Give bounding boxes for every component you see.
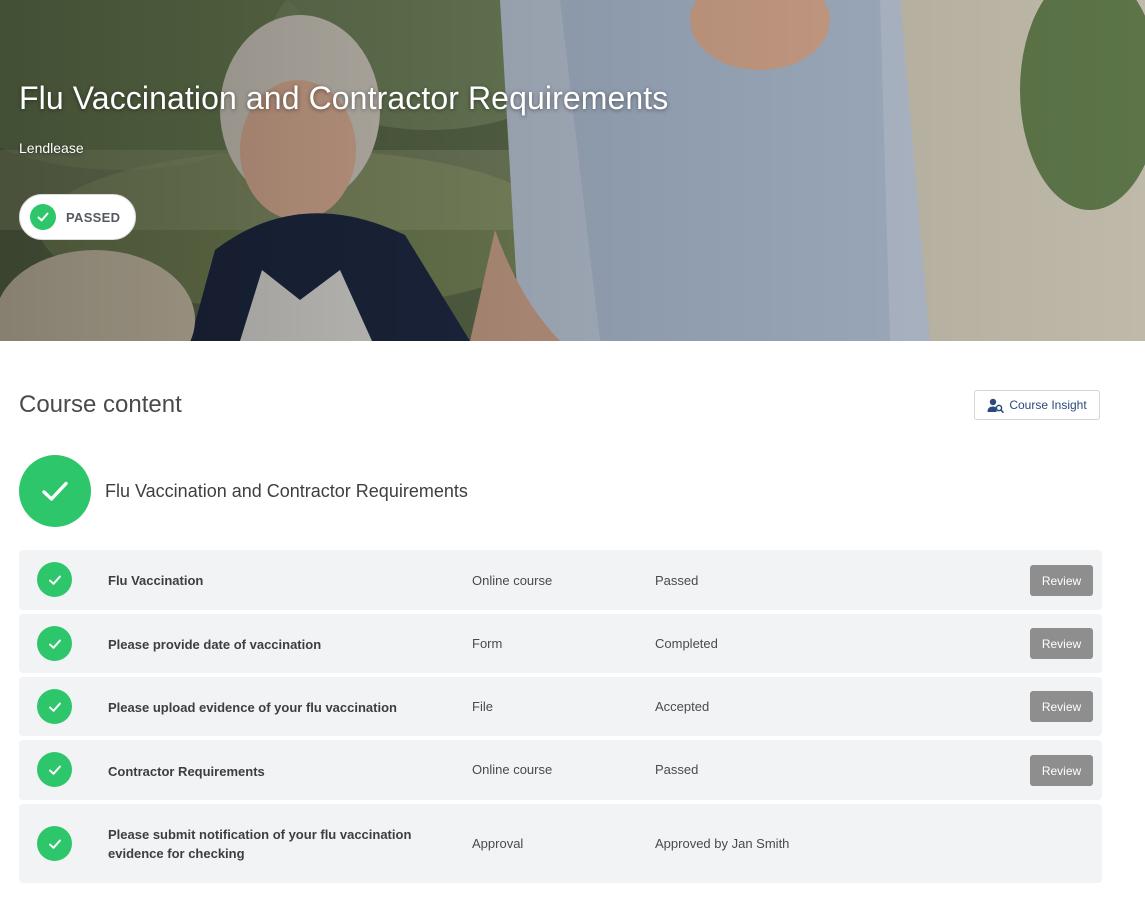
review-button[interactable]: Review [1030,691,1093,722]
item-name: Contractor Requirements [108,764,265,779]
check-icon [37,689,72,724]
hero-shade [0,0,1145,341]
check-icon [19,455,91,527]
list-item: Please submit notification of your flu v… [19,804,1102,883]
course-title: Flu Vaccination and Contractor Requireme… [19,80,669,116]
item-type: Approval [472,836,524,851]
item-status: Accepted [655,699,710,714]
check-icon [37,562,72,597]
status-badge-label: PASSED [66,209,121,225]
review-button[interactable]: Review [1030,628,1093,659]
organisation-name: Lendlease [19,140,84,156]
item-status: Passed [655,573,699,588]
user-search-icon [987,398,1005,413]
item-status: Approved by Jan Smith [655,836,790,851]
item-type: File [472,699,493,714]
item-type: Online course [472,573,553,588]
list-item: Flu Vaccination Online course Passed Rev… [19,550,1102,610]
item-name: Flu Vaccination [108,573,204,588]
item-name: Please provide date of vaccination [108,637,322,652]
check-icon [30,204,56,230]
list-item: Please provide date of vaccination Form … [19,614,1102,673]
status-badge: PASSED [19,194,137,240]
item-name: Please upload evidence of your flu vacci… [108,700,397,715]
item-type: Online course [472,762,553,777]
item-name: Please submit notification of your flu v… [108,827,412,861]
item-type: Form [472,636,503,651]
check-icon [37,752,72,787]
course-summary: Flu Vaccination and Contractor Requireme… [19,455,468,527]
item-status: Completed [655,636,718,651]
review-button[interactable]: Review [1030,565,1093,596]
list-item: Please upload evidence of your flu vacci… [19,677,1102,736]
check-icon [37,826,72,861]
check-icon [37,626,72,661]
course-items-list: Flu Vaccination Online course Passed Rev… [19,550,1102,887]
item-status: Passed [655,762,699,777]
course-hero-banner: Flu Vaccination and Contractor Requireme… [0,0,1145,341]
list-item: Contractor Requirements Online course Pa… [19,740,1102,800]
course-insight-button[interactable]: Course Insight [974,390,1100,420]
course-name: Flu Vaccination and Contractor Requireme… [105,480,468,501]
course-insight-label: Course Insight [1009,398,1087,412]
section-title: Course content [19,391,182,418]
review-button[interactable]: Review [1030,755,1093,786]
